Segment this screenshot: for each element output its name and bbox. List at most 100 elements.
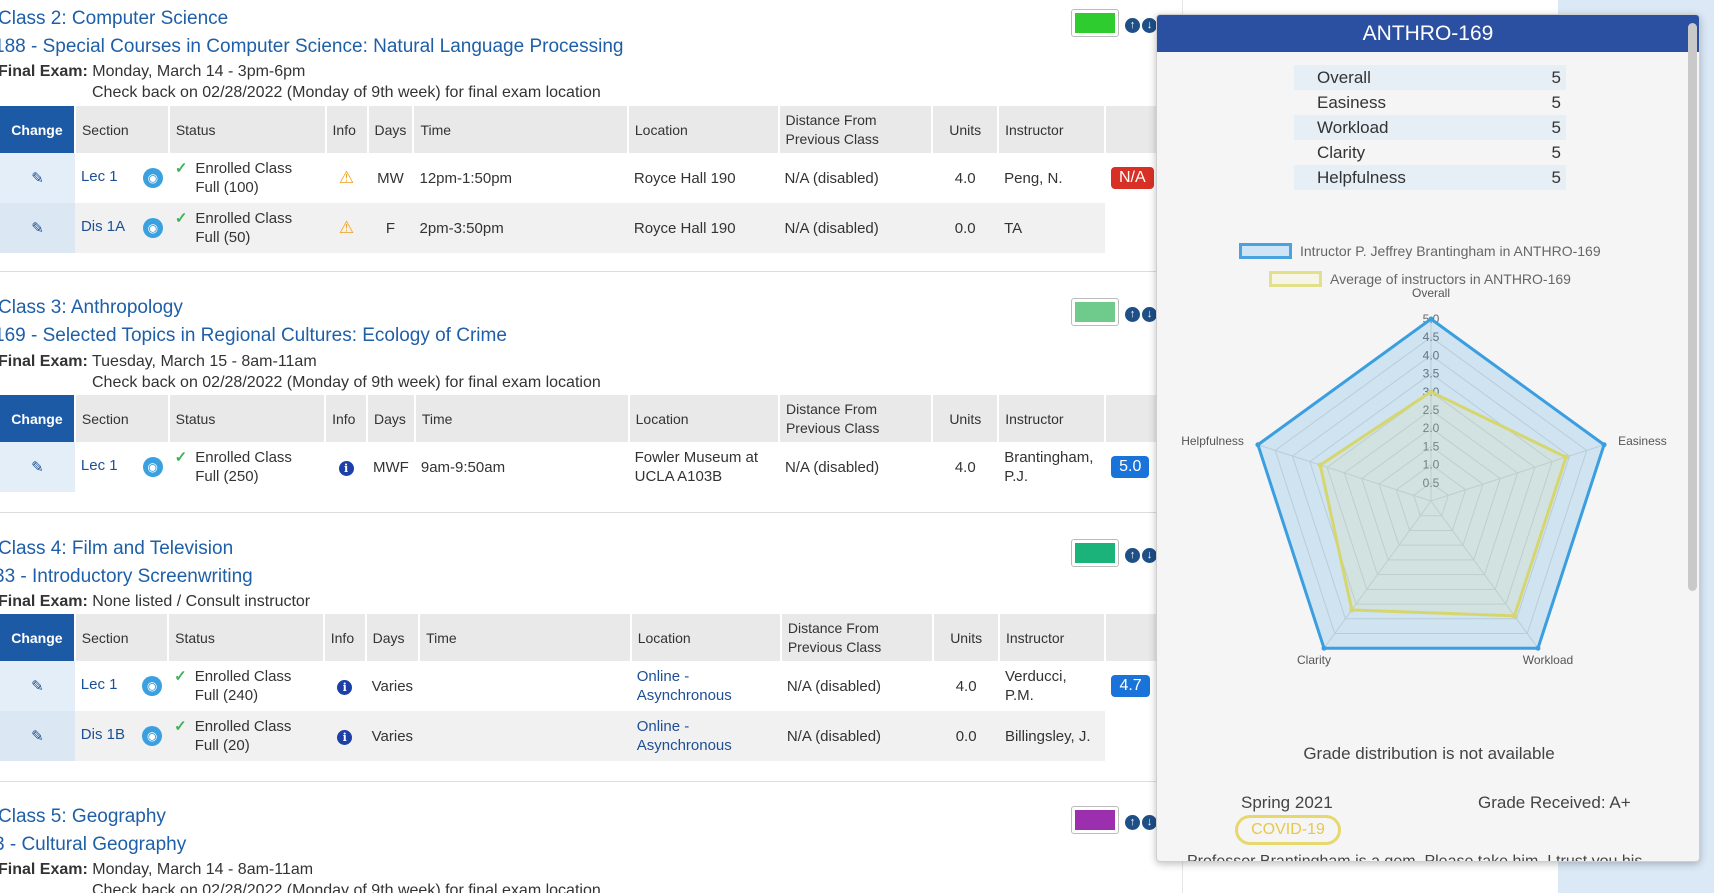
header-time: Time [413,106,629,153]
legend-item[interactable]: Intructor P. Jeffrey Brantingham in ANTH… [1239,237,1601,265]
status-line2: Full (20) [194,737,250,754]
course-title[interactable]: 169 - Selected Topics in Regional Cultur… [0,325,507,347]
axis-label: Workload [1523,653,1573,667]
edit-cell[interactable]: ✎ [0,711,75,761]
section-status-icon[interactable]: ◉ [142,218,163,238]
header-status: Status [168,395,327,442]
move-up-icon[interactable]: ↑ [1125,307,1140,322]
color-picker[interactable] [1071,9,1119,37]
pencil-icon[interactable]: ✎ [31,678,44,695]
time-cell [419,711,631,761]
course-title[interactable]: 3 - Cultural Geography [0,834,186,856]
section-link[interactable]: Lec 1 [81,168,118,185]
header-days: Days [365,614,421,661]
info-icon[interactable]: i [338,460,354,476]
class-title[interactable]: Class 3: Anthropology [0,297,183,319]
days-cell[interactable]: MWF [367,442,415,492]
check-icon: ✓ [174,718,187,735]
move-down-icon[interactable]: ↓ [1142,307,1157,322]
info-icon[interactable]: i [337,679,353,695]
move-down-icon[interactable]: ↓ [1142,815,1157,830]
section-status-icon[interactable]: ◉ [142,457,163,477]
move-up-icon[interactable]: ↑ [1125,815,1140,830]
instructor-line1: Brantingham, [1004,449,1094,466]
status-line2: Full (100) [195,179,259,196]
location-cell[interactable]: Online - Asynchronous [630,711,781,761]
status: ✓ Enrolled Class Full (240) [174,667,318,705]
metric-label: Workload [1317,118,1389,137]
distance-cell: N/A (disabled) [784,169,879,187]
metric-row: Overall 5 [1294,65,1566,90]
reorder-arrows[interactable]: ↑ ↓ [1125,812,1159,830]
section-link[interactable]: Dis 1B [81,726,125,743]
pencil-icon[interactable]: ✎ [31,728,44,745]
pencil-icon[interactable]: ✎ [31,220,44,237]
reorder-arrows[interactable]: ↑ ↓ [1125,545,1159,563]
class-title[interactable]: Class 4: Film and Television [0,538,233,560]
header-time: Time [419,614,632,661]
grade-received: Grade Received: A+ [1478,793,1631,812]
series-point [1349,607,1355,613]
class-title[interactable]: Class 2: Computer Science [0,8,228,30]
instructor-rating-badge[interactable]: 4.7 [1111,675,1150,697]
color-picker[interactable] [1071,298,1119,326]
location-cell[interactable]: Online - Asynchronous [631,661,781,711]
location-line2: Asynchronous [636,737,732,754]
distance-cell: N/A (disabled) [784,458,880,476]
status-cell: ✓ Enrolled Class Full (250) [169,442,325,492]
section-status-icon[interactable]: ◉ [142,726,163,746]
header-change[interactable]: Change [0,614,76,661]
move-down-icon[interactable]: ↓ [1142,18,1157,33]
instructor-line1: TA [1004,219,1023,237]
course-title[interactable]: 33 - Introductory Screenwriting [0,566,253,588]
pencil-icon[interactable]: ✎ [31,170,44,187]
status-line1: Enrolled Class [194,668,292,685]
instructor-rating-badge[interactable]: N/A [1110,167,1154,189]
move-up-icon[interactable]: ↑ [1125,18,1140,33]
move-up-icon[interactable]: ↑ [1125,548,1140,563]
table-row: ✎ Lec 1 ◉ ✓ Enrolled Class Full (100) ⚠ MW 12pm-… [0,153,1181,203]
status-line2: Full (250) [195,468,259,485]
metric-row: Clarity 5 [1294,140,1566,165]
days-cell[interactable]: Varies [366,661,419,711]
section-link[interactable]: Lec 1 [81,457,118,474]
time-cell [419,661,631,711]
header-change[interactable]: Change [0,106,76,153]
reorder-arrows[interactable]: ↑ ↓ [1125,15,1159,33]
info-icon[interactable]: i [337,729,353,745]
status-line2: Full (50) [195,229,251,246]
series-point [1321,645,1327,651]
days-cell[interactable]: F [367,203,414,253]
status-line2: Full (240) [194,687,259,704]
pencil-icon[interactable]: ✎ [31,459,44,476]
section-status-icon[interactable]: ◉ [142,676,163,696]
location-line1: Fowler Museum at [634,449,758,466]
location-line2: Asynchronous [636,687,732,704]
warning-icon[interactable]: ⚠ [339,168,354,187]
class-title[interactable]: Class 5: Geography [0,806,166,828]
status: ✓ Enrolled Class Full (20) [174,717,318,755]
warning-icon[interactable]: ⚠ [339,218,354,237]
edit-cell[interactable]: ✎ [0,153,75,203]
edit-cell[interactable]: ✎ [0,203,75,253]
days-cell[interactable]: MW [368,153,414,203]
course-title[interactable]: 188 - Special Courses in Computer Scienc… [0,36,623,58]
move-down-icon[interactable]: ↓ [1142,548,1157,563]
edit-cell[interactable]: ✎ [0,661,75,711]
section-cell: Dis 1B ◉ [74,711,169,761]
header-units: Units [932,106,1000,153]
days-cell[interactable]: Varies [365,711,420,761]
review-text: Professor Brantingham is a gem. Please t… [1187,853,1643,862]
check-icon: ✓ [174,210,188,227]
section-status-icon[interactable]: ◉ [142,168,163,188]
color-picker[interactable] [1071,806,1119,834]
color-picker[interactable] [1071,539,1119,567]
header-instructor: Instructor [998,106,1106,153]
instructor-rating-badge[interactable]: 5.0 [1111,456,1150,478]
edit-cell[interactable]: ✎ [0,442,75,492]
section-link[interactable]: Dis 1A [81,218,125,235]
schedule-panel: Class 2: Computer Science 188 - Special C… [0,0,1183,893]
header-change[interactable]: Change [0,395,76,442]
section-link[interactable]: Lec 1 [81,676,118,693]
reorder-arrows[interactable]: ↑ ↓ [1125,304,1159,322]
